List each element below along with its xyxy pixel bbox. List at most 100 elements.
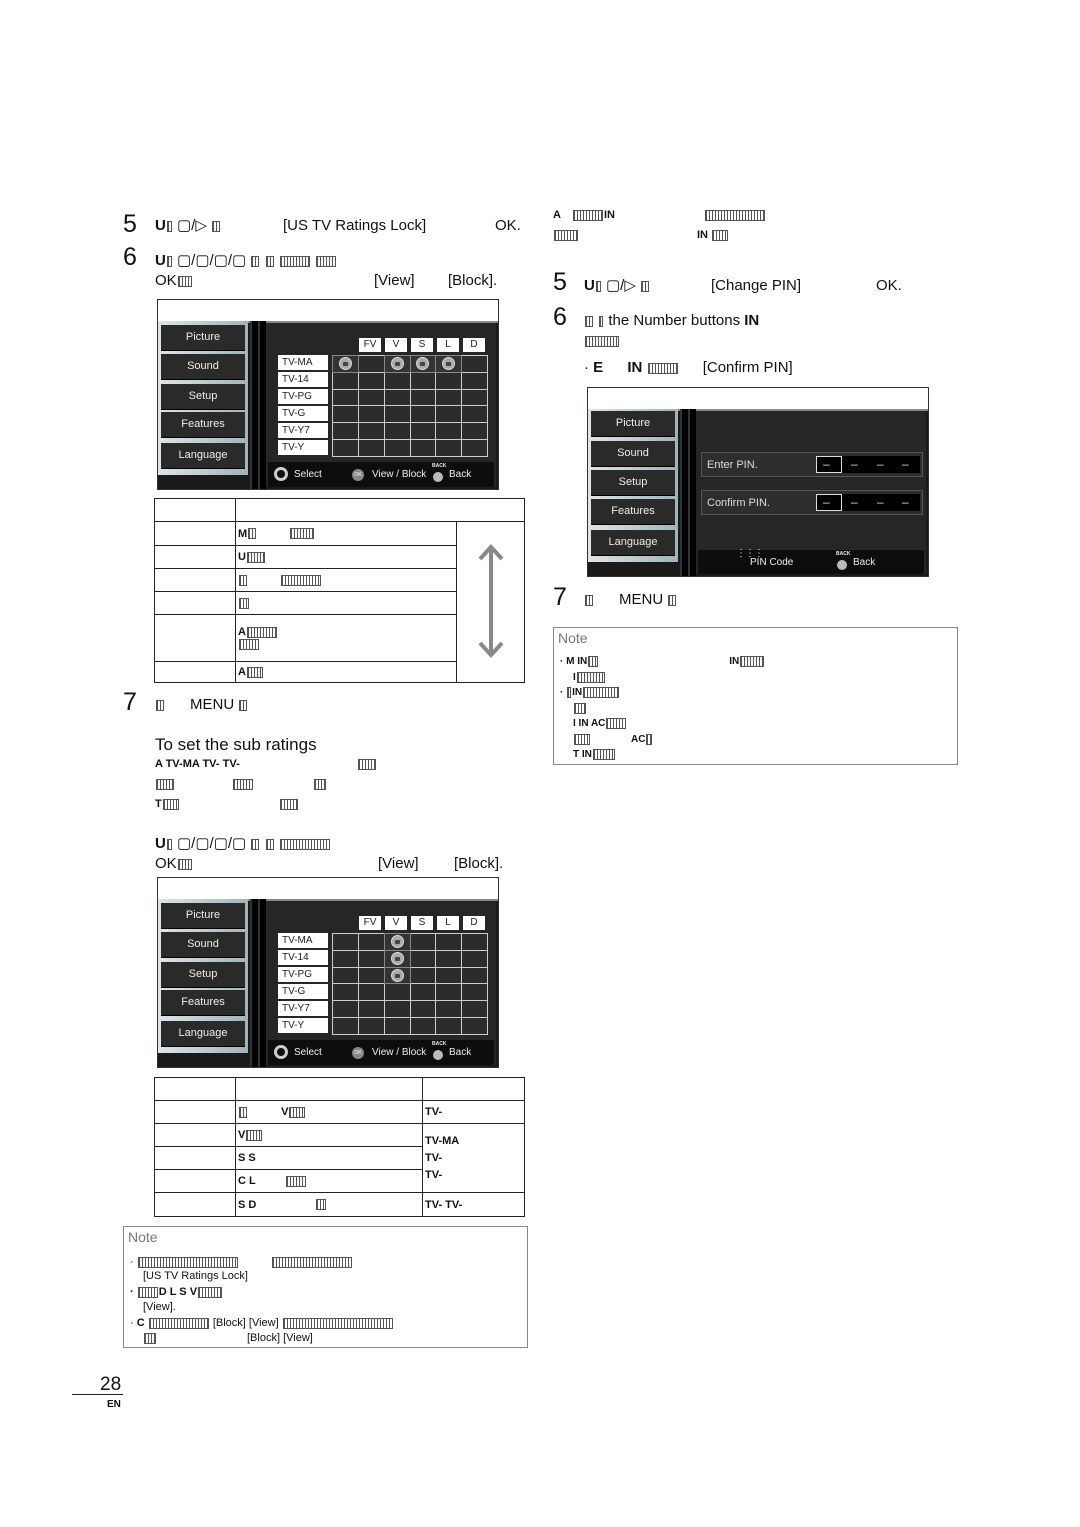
rating-cell[interactable] [384,1001,410,1018]
rating-cell[interactable] [358,372,384,389]
back-icon-label: BACK [836,551,851,557]
rating-cell[interactable] [462,406,487,423]
rating-cell[interactable] [462,423,487,440]
ratings-grid-panel: Select OK View / Block BACK Back FV V S L D T… [266,901,496,1065]
rating-cell[interactable] [462,356,487,372]
rating-cell[interactable] [358,967,384,984]
rating-cell[interactable] [410,967,436,984]
rating-cell[interactable] [410,372,436,389]
rating-cell[interactable] [462,967,487,984]
rating-cell[interactable] [384,372,410,389]
rating-cell[interactable] [462,934,487,950]
rating-cell[interactable] [333,967,358,984]
rating-cell[interactable] [333,1018,358,1034]
rating-cell[interactable] [410,934,436,950]
note-heading: Note [128,1229,158,1245]
rating-cell[interactable] [436,423,462,440]
rating-cell[interactable] [384,423,410,440]
rating-cell[interactable] [333,1001,358,1018]
rating-cell[interactable] [410,440,436,456]
rating-cell[interactable] [384,406,410,423]
rating-cell[interactable] [383,355,411,373]
menu-item-features[interactable]: Features [591,499,675,524]
menu-item-picture[interactable]: Picture [161,903,245,928]
rating-cell[interactable] [436,950,462,967]
rating-cell[interactable] [435,355,463,373]
menu-item-setup[interactable]: Setup [591,470,675,495]
rating-cell[interactable] [436,372,462,389]
menu-item-setup[interactable]: Setup [161,384,245,409]
column-header-d: D [463,338,485,352]
rating-cell[interactable] [410,984,436,1001]
menu-item-language[interactable]: Language [161,1021,245,1046]
rating-cell[interactable] [333,406,358,423]
rating-cell[interactable] [436,389,462,406]
back-hint: Back [853,557,876,568]
rating-cell[interactable] [436,406,462,423]
rating-cell[interactable] [436,440,462,456]
rating-cell[interactable] [436,967,462,984]
rating-cell[interactable] [384,389,410,406]
rating-cell[interactable] [436,934,462,950]
rating-cell[interactable] [409,355,437,373]
subratings-table: V TV- V TV-MA TV- TV- S S C L S D TV- TV- [154,1077,525,1217]
menu-item-features[interactable]: Features [161,990,245,1015]
rating-cell[interactable] [358,423,384,440]
note-line: AC [573,733,653,747]
rating-cell[interactable] [462,440,487,456]
rating-cell[interactable] [410,1018,436,1034]
rating-cell[interactable] [383,966,411,985]
rating-cell[interactable] [384,1018,410,1034]
rating-cell[interactable] [462,984,487,1001]
menu-item-language[interactable]: Language [161,443,245,468]
rating-cell[interactable] [462,950,487,967]
rating-cell[interactable] [462,1001,487,1018]
rating-cell[interactable] [358,1001,384,1018]
rating-cell[interactable] [410,950,436,967]
rating-cell[interactable] [358,1018,384,1034]
screen-header [248,878,498,901]
rating-cell[interactable] [462,372,487,389]
rating-cell[interactable] [333,372,358,389]
rating-cell[interactable] [410,423,436,440]
rating-cell[interactable] [384,440,410,456]
rating-cell[interactable] [333,984,358,1001]
rating-cell[interactable] [333,934,358,950]
rating-cell[interactable] [462,389,487,406]
menu-item-picture[interactable]: Picture [161,325,245,350]
rating-cell[interactable] [332,355,359,373]
rating-cell[interactable] [333,389,358,406]
menu-item-features[interactable]: Features [161,412,245,437]
menu-item-picture[interactable]: Picture [591,411,675,436]
ratings-table: M U A A [154,498,525,683]
rating-cell[interactable] [358,356,384,372]
rating-cell[interactable] [410,389,436,406]
rating-cell[interactable] [358,406,384,423]
rating-cell[interactable] [358,984,384,1001]
menu-item-sound[interactable]: Sound [591,441,675,466]
rating-cell[interactable] [462,1018,487,1034]
menu-item-language[interactable]: Language [591,530,675,555]
view-block-hint: View / Block [372,469,427,480]
rating-cell[interactable] [383,949,411,968]
menu-item-sound[interactable]: Sound [161,932,245,957]
rating-cell[interactable] [358,950,384,967]
rating-cell[interactable] [383,933,411,951]
rating-cell[interactable] [410,406,436,423]
rating-cell[interactable] [436,1018,462,1034]
rating-cell[interactable] [410,1001,436,1018]
confirm-pin-field[interactable]: Confirm PIN. – – – – [701,490,923,515]
rating-cell[interactable] [384,984,410,1001]
rating-cell[interactable] [333,950,358,967]
rating-cell[interactable] [358,934,384,950]
rating-cell[interactable] [358,440,384,456]
menu-item-sound[interactable]: Sound [161,354,245,379]
rating-cell[interactable] [436,984,462,1001]
rating-cell[interactable] [358,389,384,406]
rating-cell[interactable] [436,1001,462,1018]
enter-pin-field[interactable]: Enter PIN. – – – – [701,452,923,477]
rating-cell[interactable] [333,423,358,440]
note-line: I [573,671,606,685]
rating-cell[interactable] [333,440,358,456]
menu-item-setup[interactable]: Setup [161,962,245,987]
